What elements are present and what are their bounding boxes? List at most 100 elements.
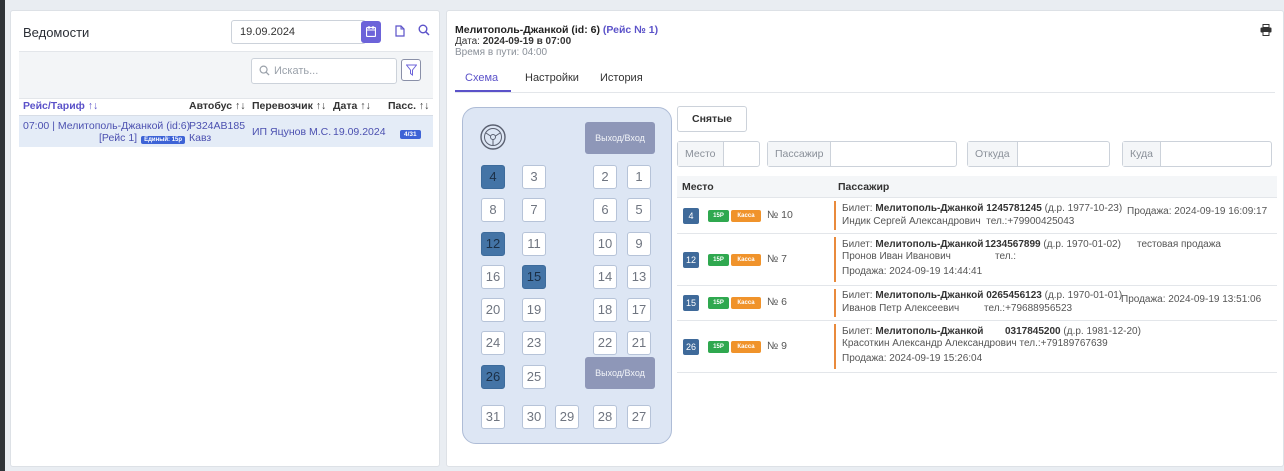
passenger-filter[interactable]: Пассажир (767, 141, 957, 167)
statements-panel: Ведомости 19.09.2024 Искать... Рейс/Тари… (10, 10, 440, 467)
passenger-phone: тел.: (995, 251, 1017, 262)
seat[interactable]: 15 (522, 265, 546, 289)
seat[interactable]: 11 (522, 232, 546, 256)
seat[interactable]: 29 (555, 405, 579, 429)
ticket-id: 1234567899 (д.р. 1970-01-02) (985, 239, 1121, 250)
ticket-info: Билет: Мелитополь-Джанкой 1245781245 (д.… (842, 203, 1123, 214)
trip-date: Дата: 2024-09-19 в 07:00 (455, 36, 572, 47)
column-route[interactable]: Рейс/Тариф ↑↓ (23, 100, 98, 112)
tab-settings[interactable]: Настройки (525, 72, 579, 84)
seat[interactable]: 6 (593, 198, 617, 222)
sale-time: Продажа: 2024-09-19 15:26:04 (842, 353, 983, 364)
tab-scheme[interactable]: Схема (465, 72, 498, 84)
active-tab-indicator (455, 90, 511, 92)
date-input[interactable]: 19.09.2024 (231, 20, 366, 44)
calendar-button[interactable] (361, 21, 381, 43)
tarif-badge: 15Р (708, 297, 729, 309)
ticket-number: № 9 (767, 340, 788, 352)
tarif-badge: 15Р (708, 210, 729, 222)
table-row[interactable]: 07:00 | Мелитополь-Джанкой (id:6) [Рейс … (19, 115, 433, 147)
seat[interactable]: 26 (481, 365, 505, 389)
header-seat: Место (682, 181, 714, 193)
route-cell: 07:00 | Мелитополь-Джанкой (id:6) (23, 120, 191, 132)
passenger-count-badge: 4/31 (400, 130, 421, 139)
to-filter[interactable]: Куда (1122, 141, 1272, 167)
column-passengers[interactable]: Пасс. ↑↓ (388, 100, 429, 112)
ticket-id: 0317845200 (д.р. 1981-12-20) (1005, 326, 1141, 337)
panel-title: Ведомости (23, 25, 90, 40)
seat[interactable]: 14 (593, 265, 617, 289)
search-placeholder: Искать... (274, 65, 319, 77)
search-icon[interactable] (418, 24, 430, 36)
search-input[interactable]: Искать... (251, 58, 397, 84)
seat[interactable]: 30 (522, 405, 546, 429)
removed-button[interactable]: Снятые (677, 106, 747, 132)
column-carrier[interactable]: Перевозчик ↑↓ (252, 100, 326, 112)
kassa-badge: Касса (731, 254, 761, 266)
seat[interactable]: 25 (522, 365, 546, 389)
seat[interactable]: 28 (593, 405, 617, 429)
filter-icon (406, 64, 417, 76)
sale-time: Продажа: 2024-09-19 13:51:06 (1121, 294, 1262, 305)
kassa-badge: Касса (731, 210, 761, 222)
bus-plate: Р324АВ185 (189, 120, 246, 132)
seat[interactable]: 20 (481, 298, 505, 322)
kassa-badge: Касса (731, 341, 761, 353)
ticket-number: № 10 (767, 209, 793, 221)
calendar-icon (366, 26, 376, 37)
seat[interactable]: 24 (481, 331, 505, 355)
seat[interactable]: 8 (481, 198, 505, 222)
tarif-badge: 15Р (708, 254, 729, 266)
seat[interactable]: 31 (481, 405, 505, 429)
filter-button[interactable] (401, 59, 421, 81)
table-row[interactable]: 26 15Р Касса № 9 Билет: Мелитополь-Джанк… (677, 321, 1277, 373)
trip-route-number[interactable]: (Рейс № 1) (603, 24, 658, 36)
column-date[interactable]: Дата ↑↓ (333, 100, 371, 112)
seat[interactable]: 4 (481, 165, 505, 189)
sale-time: Продажа: 2024-09-19 16:09:17 (1127, 206, 1268, 217)
seat[interactable]: 27 (627, 405, 651, 429)
passenger-phone: тел.:+79688956523 (984, 303, 1073, 314)
bus-scheme: Выход/Вход Выход/Вход 4 3 2 1 8 7 6 5 12… (462, 107, 672, 444)
route-number: [Рейс 1] Единый: 15р (99, 132, 186, 144)
passenger-name: Красоткин Александр Александрович тел.:+… (842, 338, 1108, 349)
seat-number-badge: 12 (683, 252, 699, 268)
seat[interactable]: 21 (627, 331, 651, 355)
seat[interactable]: 18 (593, 298, 617, 322)
seat[interactable]: 12 (481, 232, 505, 256)
seat[interactable]: 10 (593, 232, 617, 256)
seat[interactable]: 22 (593, 331, 617, 355)
seat[interactable]: 2 (593, 165, 617, 189)
seat[interactable]: 17 (627, 298, 651, 322)
seat-number-badge: 4 (683, 208, 699, 224)
seat[interactable]: 1 (627, 165, 651, 189)
ticket-number: № 7 (767, 253, 788, 265)
seat-filter[interactable]: Место (677, 141, 760, 167)
seat[interactable]: 13 (627, 265, 651, 289)
seat[interactable]: 16 (481, 265, 505, 289)
row-accent (834, 201, 836, 230)
sale-time: Продажа: 2024-09-19 14:44:41 (842, 266, 983, 277)
ticket-number: № 6 (767, 296, 788, 308)
seat[interactable]: 7 (522, 198, 546, 222)
seat[interactable]: 23 (522, 331, 546, 355)
seat[interactable]: 19 (522, 298, 546, 322)
table-row[interactable]: 4 15Р Касса № 10 Билет: Мелитополь-Джанк… (677, 198, 1277, 234)
document-icon[interactable] (395, 25, 405, 37)
column-bus[interactable]: Автобус ↑↓ (189, 100, 246, 112)
seat[interactable]: 3 (522, 165, 546, 189)
print-icon[interactable] (1260, 24, 1272, 36)
from-filter[interactable]: Откуда (967, 141, 1110, 167)
trip-panel: Мелитополь-Джанкой (id: 6) (Рейс № 1) Да… (446, 10, 1284, 467)
row-accent (834, 237, 836, 282)
table-row[interactable]: 12 15Р Касса № 7 Билет: Мелитополь-Джанк… (677, 234, 1277, 286)
tab-history[interactable]: История (600, 72, 643, 84)
travel-time: Время в пути: 04:00 (455, 47, 548, 58)
seat-number-badge: 26 (683, 339, 699, 355)
date-cell: 19.09.2024 (333, 126, 386, 138)
kassa-badge: Касса (731, 297, 761, 309)
sale-note: тестовая продажа (1137, 239, 1221, 250)
seat[interactable]: 5 (627, 198, 651, 222)
table-row[interactable]: 15 15Р Касса № 6 Билет: Мелитополь-Джанк… (677, 286, 1277, 321)
seat[interactable]: 9 (627, 232, 651, 256)
